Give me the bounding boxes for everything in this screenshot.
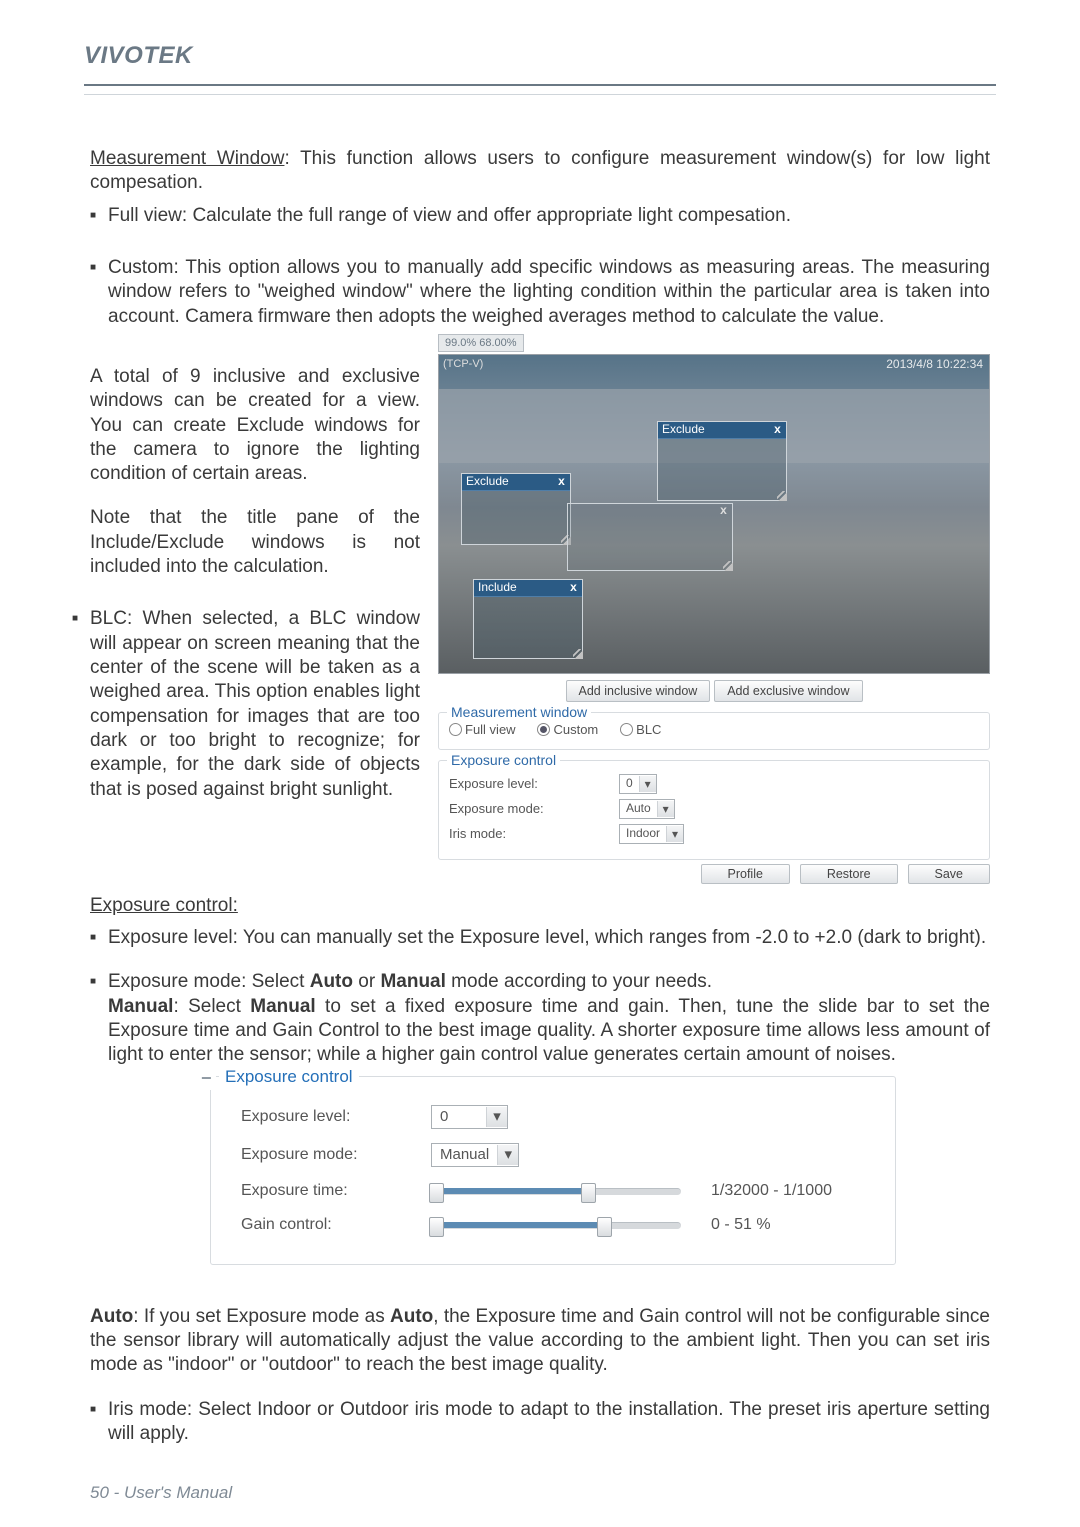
exposure-time-slider[interactable]: [431, 1183, 681, 1199]
exposure-level-label: Exposure level:: [449, 776, 619, 793]
radio-icon[interactable]: [537, 723, 550, 736]
exclude-window-a-head[interactable]: Exclude x: [658, 422, 786, 439]
include-window[interactable]: Include x: [473, 579, 583, 659]
slider-knob-max[interactable]: [581, 1183, 596, 1203]
exposure-level-label-2: Exposure level:: [241, 1107, 431, 1127]
resize-handle[interactable]: [723, 561, 733, 571]
row-exposure-mode: Exposure mode: Auto▾: [449, 799, 979, 819]
add-inclusive-button[interactable]: Add inclusive window: [566, 680, 711, 702]
bullet-iris-mode: Iris mode: Select Indoor or Outdoor iris…: [90, 1398, 990, 1447]
auto-mode-paragraph: Auto: If you set Exposure mode as Auto, …: [90, 1305, 990, 1378]
bullet-exposure-level: Exposure level: You can manually set the…: [90, 926, 990, 950]
close-icon[interactable]: x: [567, 580, 580, 595]
video-timestamp: 2013/4/8 10:22:34: [886, 357, 983, 372]
exposure-mode-select[interactable]: Auto▾: [619, 799, 675, 819]
exclude-window-b-head[interactable]: Exclude x: [462, 474, 570, 491]
iris-mode-select[interactable]: Indoor▾: [619, 824, 684, 844]
exposure-mode-label: Exposure mode:: [449, 801, 619, 818]
radio-icon[interactable]: [449, 723, 462, 736]
bullet-full-view: Full view: Calculate the full range of v…: [90, 204, 990, 228]
exposure-mode-select-2[interactable]: Manual▾: [431, 1143, 519, 1167]
chevron-down-icon[interactable]: ▾: [486, 1107, 507, 1127]
chevron-down-icon[interactable]: ▾: [657, 801, 674, 817]
radio-custom[interactable]: Custom: [537, 722, 598, 737]
gain-control-readout: 0 - 51 %: [711, 1215, 771, 1235]
bullet-exposure-mode: Exposure mode: Select Auto or Manual mod…: [90, 970, 990, 1067]
measurement-window-section: Measurement window Full view Custom BLC: [438, 712, 990, 750]
exclude-window-b-title: Exclude: [466, 474, 509, 489]
exposure-mode-label-2: Exposure mode:: [241, 1145, 431, 1165]
exposure-time-readout: 1/32000 - 1/1000: [711, 1181, 832, 1201]
save-button[interactable]: Save: [908, 864, 991, 884]
page-header: VIVOTEK: [0, 0, 1080, 113]
chevron-down-icon[interactable]: ▾: [639, 776, 656, 792]
exposure-control-section-small: Exposure control Exposure level: 0▾ Expo…: [438, 760, 990, 860]
video-viewport[interactable]: (TCP-V) 2013/4/8 10:22:34 Exclude x Excl…: [438, 354, 990, 674]
close-icon[interactable]: x: [555, 474, 568, 489]
close-icon[interactable]: x: [771, 422, 784, 437]
custom-detail-text: A total of 9 inclusive and exclusive win…: [90, 337, 420, 810]
protocol-label: (TCP-V): [443, 357, 483, 371]
row-iris-mode: Iris mode: Indoor▾: [449, 824, 979, 844]
measurement-window-legend: Measurement window: [447, 704, 591, 722]
exposure-level-select-2[interactable]: 0▾: [431, 1105, 508, 1129]
iris-mode-label: Iris mode:: [449, 826, 619, 843]
exposure-control-legend-small: Exposure control: [447, 752, 560, 770]
gain-control-slider[interactable]: [431, 1217, 681, 1233]
header-rule-bottom: [84, 94, 996, 95]
resize-handle[interactable]: [777, 491, 787, 501]
row-exposure-level-2: Exposure level: 0▾: [241, 1105, 871, 1129]
slider-fill: [431, 1222, 601, 1228]
add-exclusive-button[interactable]: Add exclusive window: [714, 680, 862, 702]
brand-logo: VIVOTEK: [84, 42, 996, 70]
slider-knob-min[interactable]: [429, 1217, 444, 1237]
collapse-icon[interactable]: −: [197, 1067, 216, 1090]
config-button-row: Profile Restore Save: [438, 864, 990, 884]
profile-button[interactable]: Profile: [701, 864, 790, 884]
row-gain-control: Gain control: 0 - 51 %: [241, 1215, 871, 1235]
restore-button[interactable]: Restore: [800, 864, 898, 884]
close-icon[interactable]: x: [717, 503, 730, 518]
page: VIVOTEK Measurement Window: This functio…: [0, 0, 1080, 1527]
chevron-down-icon[interactable]: ▾: [666, 826, 683, 842]
gain-control-label: Gain control:: [241, 1215, 431, 1235]
header-rule-top: [84, 84, 996, 86]
bullet-custom: Custom: This option allows you to manual…: [90, 256, 990, 329]
config-screenshot: 99.0% 68.00% (TCP-V) 2013/4/8 10:22:34 E…: [438, 333, 990, 884]
radio-icon[interactable]: [620, 723, 633, 736]
page-content: Measurement Window: This function allows…: [0, 113, 1080, 1446]
exclude-window-a[interactable]: Exclude x: [657, 421, 787, 501]
add-window-buttons: Add inclusive window Add exclusive windo…: [438, 680, 990, 702]
slider-fill: [431, 1188, 586, 1194]
measurement-window-title: Measurement Window: [90, 148, 284, 169]
exposure-control-panel: − Exposure control Exposure level: 0▾ Ex…: [210, 1076, 896, 1265]
unnamed-window[interactable]: x: [567, 503, 733, 571]
row-exposure-time: Exposure time: 1/32000 - 1/1000: [241, 1181, 871, 1201]
bullet-blc: BLC: When selected, a BLC window will ap…: [72, 607, 420, 802]
custom-p1: A total of 9 inclusive and exclusive win…: [90, 365, 420, 487]
exposure-control-heading: Exposure control:: [90, 894, 990, 918]
radio-blc[interactable]: BLC: [620, 722, 661, 737]
include-window-title: Include: [478, 580, 517, 595]
resize-handle[interactable]: [573, 649, 583, 659]
measurement-intro: Measurement Window: This function allows…: [90, 147, 990, 196]
measurement-radio-row: Full view Custom BLC: [449, 721, 979, 739]
slider-knob-max[interactable]: [597, 1217, 612, 1237]
exposure-level-select[interactable]: 0▾: [619, 774, 657, 794]
exclude-window-b[interactable]: Exclude x: [461, 473, 571, 545]
row-exposure-level: Exposure level: 0▾: [449, 774, 979, 794]
custom-p2: Note that the title pane of the Include/…: [90, 506, 420, 579]
cache-readout: 99.0% 68.00%: [438, 334, 524, 352]
exposure-control-legend: Exposure control: [219, 1066, 359, 1088]
page-footer: 50 - User's Manual: [90, 1483, 232, 1503]
slider-knob-min[interactable]: [429, 1183, 444, 1203]
include-window-head[interactable]: Include x: [474, 580, 582, 597]
exclude-window-a-title: Exclude: [662, 422, 705, 437]
radio-full-view[interactable]: Full view: [449, 722, 516, 737]
custom-detail-area: A total of 9 inclusive and exclusive win…: [90, 337, 990, 884]
chevron-down-icon[interactable]: ▾: [497, 1145, 518, 1165]
row-exposure-mode-2: Exposure mode: Manual▾: [241, 1143, 871, 1167]
exposure-time-label: Exposure time:: [241, 1181, 431, 1201]
